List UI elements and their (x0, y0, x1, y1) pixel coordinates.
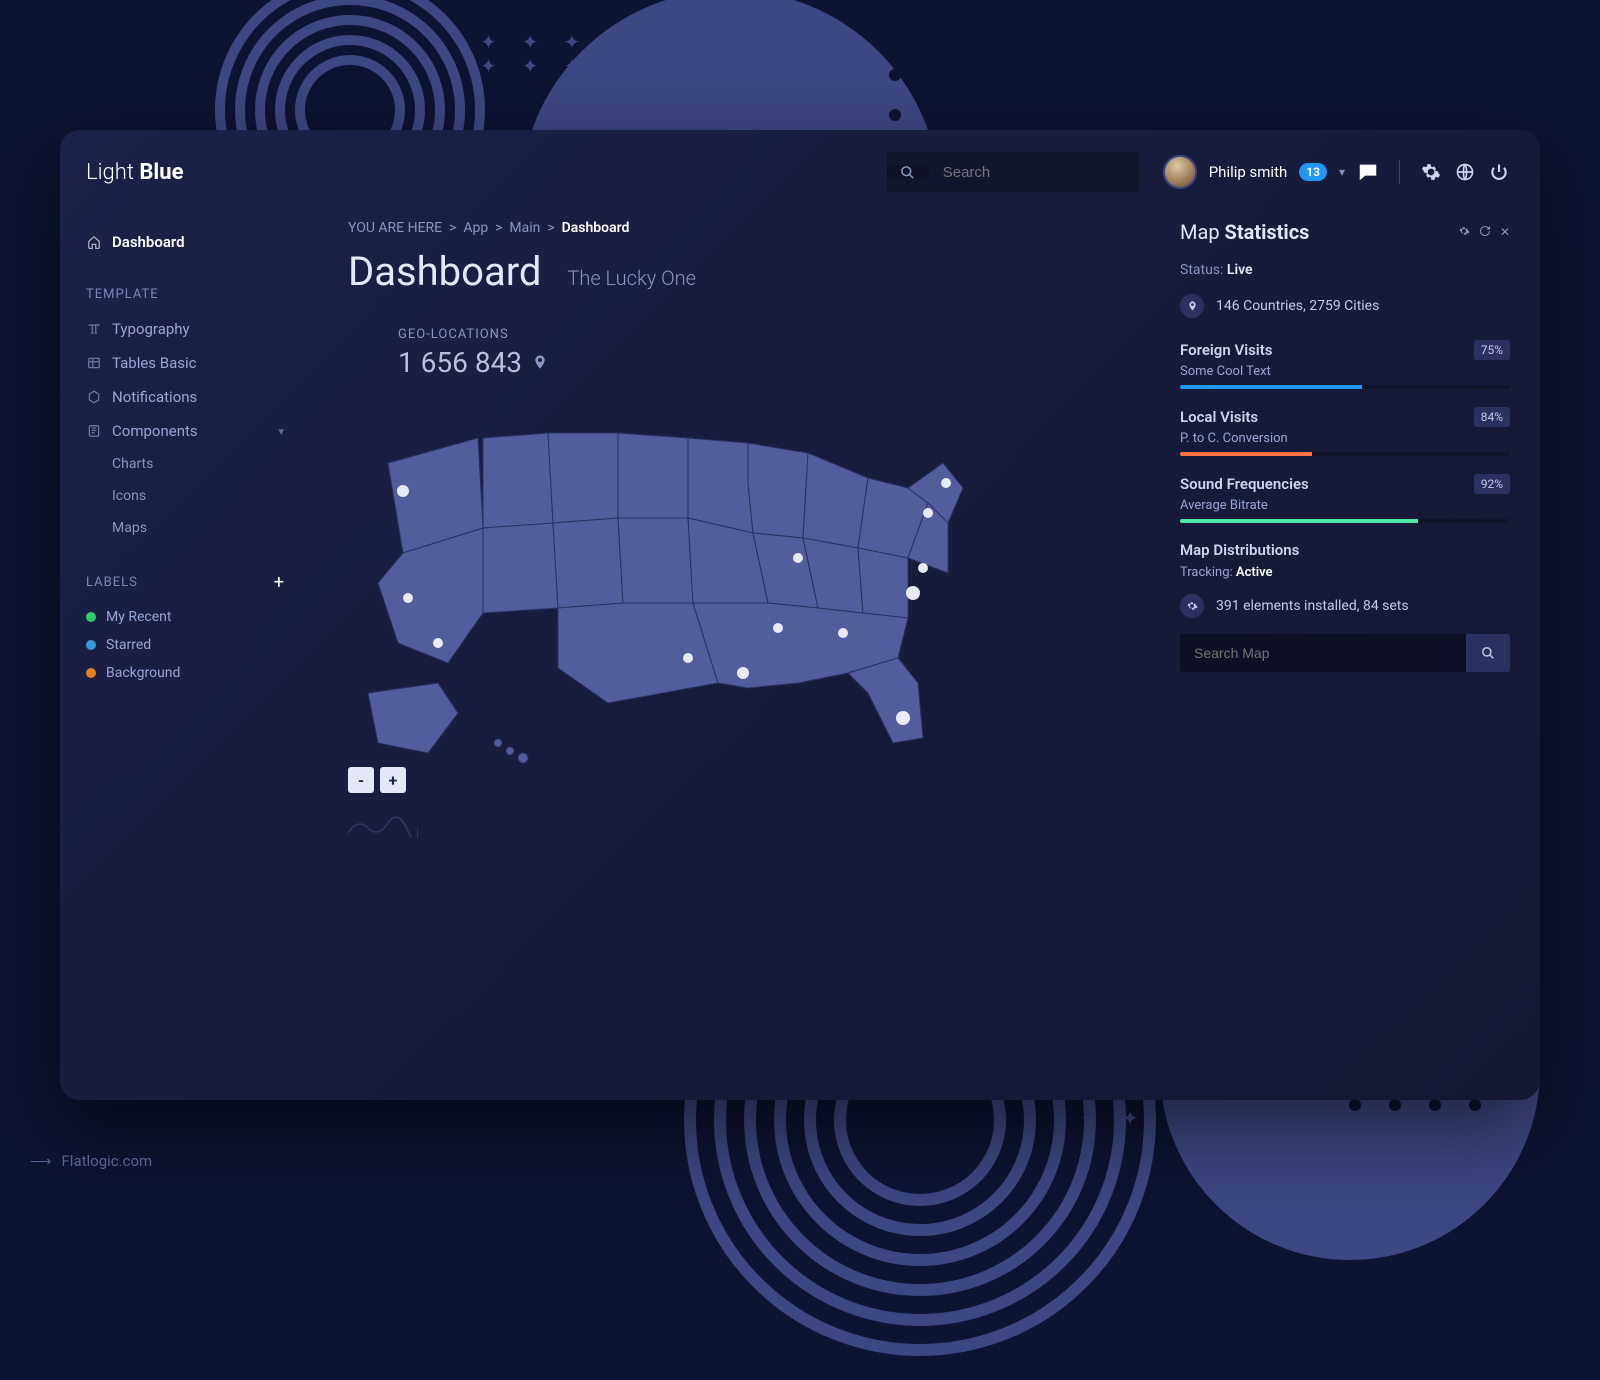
gear-icon[interactable] (1420, 161, 1442, 183)
map-search-button[interactable] (1466, 634, 1510, 672)
map[interactable]: - + (348, 383, 988, 783)
stat-bar (1180, 519, 1510, 523)
crumb-current: Dashboard (562, 220, 630, 236)
label-starred[interactable]: Starred (86, 631, 284, 659)
nav-dashboard[interactable]: Dashboard (86, 225, 284, 259)
breadcrumb: YOU ARE HERE > App > Main > Dashboard (348, 220, 1160, 236)
crumb-app[interactable]: App (463, 220, 488, 236)
stat-pct: 84% (1474, 407, 1510, 427)
elements-line: 391 elements installed, 84 sets (1180, 594, 1510, 618)
nav-typography-label: Typography (112, 320, 190, 338)
nav-notifications[interactable]: Notifications (86, 380, 284, 414)
stat-name: Local Visits (1180, 408, 1258, 426)
topbar: Philip smith 13 ▾ (310, 130, 1540, 192)
notification-badge: 13 (1299, 163, 1327, 181)
map-search-input[interactable] (1180, 634, 1466, 672)
geo-label: GEO-LOCATIONS (398, 327, 1160, 342)
nav-typography[interactable]: Typography (86, 312, 284, 346)
stat-pct: 75% (1474, 340, 1510, 360)
panel-close-icon[interactable]: ✕ (1500, 225, 1510, 240)
stat-sub: Some Cool Text (1180, 364, 1510, 379)
geo-count: 1 656 843 (398, 346, 1160, 379)
stat-name: Foreign Visits (1180, 341, 1272, 359)
stat-block: Foreign Visits 75% Some Cool Text (1180, 340, 1510, 389)
zoom-in-button[interactable]: + (380, 767, 406, 793)
sidebar: Light Blue Dashboard TEMPLATE Typography… (60, 130, 310, 1100)
dist-title: Map Distributions (1180, 541, 1510, 559)
stat-sub: Average Bitrate (1180, 498, 1510, 513)
gear-circle-icon (1180, 594, 1204, 618)
username: Philip smith (1209, 163, 1288, 181)
logo: Light Blue (86, 160, 284, 185)
search-input[interactable] (929, 152, 1139, 192)
stat-bar (1180, 452, 1510, 456)
app-window: Light Blue Dashboard TEMPLATE Typography… (60, 130, 1540, 1100)
stat-bar (1180, 385, 1510, 389)
dot-green-icon (86, 612, 96, 622)
typography-icon (86, 321, 102, 337)
dot-orange-icon (86, 668, 96, 678)
section-template: TEMPLATE (86, 287, 284, 302)
logo-bold: Blue (139, 160, 183, 185)
search-icon[interactable] (887, 165, 929, 180)
sparkline-icon (348, 813, 418, 837)
nav-tables-label: Tables Basic (112, 354, 197, 372)
content: YOU ARE HERE > App > Main > Dashboard Da… (310, 192, 1540, 1100)
user-chevron-icon[interactable]: ▾ (1339, 165, 1345, 179)
user-area: Philip smith 13 ▾ (1163, 155, 1510, 189)
arrow-icon: ⟶ (30, 1152, 50, 1170)
pin-circle-icon (1180, 294, 1204, 318)
stat-sub: P. to C. Conversion (1180, 431, 1510, 446)
label-background[interactable]: Background (86, 659, 284, 687)
globe-icon[interactable] (1454, 161, 1476, 183)
search-box (887, 152, 1139, 192)
panel-title: Map Statistics (1180, 220, 1309, 244)
pin-icon (532, 346, 548, 379)
chat-icon[interactable] (1357, 161, 1379, 183)
page-subtitle: The Lucky One (567, 266, 696, 290)
credit: ⟶ Flatlogic.com (30, 1152, 152, 1170)
stat-pct: 92% (1474, 474, 1510, 494)
sub-maps[interactable]: Maps (86, 512, 284, 544)
status-line: Status: Live (1180, 262, 1510, 278)
home-icon (86, 234, 102, 250)
zoom-out-button[interactable]: - (348, 767, 374, 793)
tables-icon (86, 355, 102, 371)
sub-charts[interactable]: Charts (86, 448, 284, 480)
add-label-button[interactable]: + (274, 572, 284, 593)
panel-refresh-icon[interactable] (1479, 225, 1491, 240)
map-search (1180, 634, 1510, 672)
avatar[interactable] (1163, 155, 1197, 189)
panel-gear-icon[interactable] (1458, 225, 1470, 240)
section-labels: LABELS (86, 575, 138, 590)
logo-light: Light (86, 160, 134, 185)
stats-panel: Map Statistics ✕ Status: Live (1180, 220, 1510, 1080)
geo-line: 146 Countries, 2759 Cities (1180, 294, 1510, 318)
stat-block: Local Visits 84% P. to C. Conversion (1180, 407, 1510, 456)
stat-name: Sound Frequencies (1180, 475, 1309, 493)
zoom-controls: - + (348, 767, 406, 793)
nav-components-label: Components (112, 422, 198, 440)
power-icon[interactable] (1488, 161, 1510, 183)
track-line: Tracking: Active (1180, 565, 1510, 580)
divider (1399, 160, 1400, 184)
components-icon (86, 423, 102, 439)
notifications-icon (86, 389, 102, 405)
center-column: YOU ARE HERE > App > Main > Dashboard Da… (348, 220, 1160, 1080)
nav-notifications-label: Notifications (112, 388, 197, 406)
sub-icons[interactable]: Icons (86, 480, 284, 512)
nav-components[interactable]: Components ▾ (86, 414, 284, 448)
stat-block: Sound Frequencies 92% Average Bitrate (1180, 474, 1510, 523)
nav-dashboard-label: Dashboard (112, 233, 185, 251)
label-my-recent[interactable]: My Recent (86, 603, 284, 631)
nav-tables[interactable]: Tables Basic (86, 346, 284, 380)
dot-blue-icon (86, 640, 96, 650)
crumb-main[interactable]: Main (509, 220, 540, 236)
chevron-down-icon: ▾ (278, 425, 284, 438)
main-area: Philip smith 13 ▾ (310, 130, 1540, 1100)
page-title: Dashboard The Lucky One (348, 248, 1160, 295)
